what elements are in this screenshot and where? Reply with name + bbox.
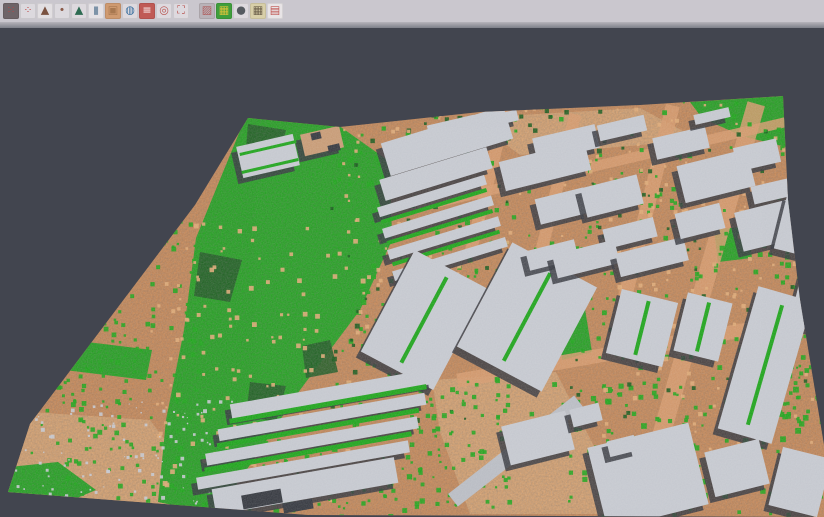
- target-icon: ◎: [159, 3, 169, 19]
- toolbar-button-layers[interactable]: ≡: [139, 3, 155, 19]
- toolbar: ⁙ ⁘ ▲ • ▲ ▮ ▣ ◍ ≡ ◎ ⛶ ▨ ▦ ● ▦ ▤: [0, 0, 824, 22]
- sphere-icon: ●: [236, 3, 246, 19]
- toolbar-button-match-points[interactable]: ⁘: [20, 3, 36, 19]
- toolbar-button-column[interactable]: ▮: [88, 3, 104, 19]
- dem-icon: ▲: [41, 3, 49, 19]
- texture-icon: ▦: [253, 3, 263, 19]
- toolbar-button-globe[interactable]: ◍: [122, 3, 138, 19]
- toolbar-button-target[interactable]: ◎: [156, 3, 172, 19]
- column-icon: ▮: [93, 3, 99, 19]
- toolbar-button-texture[interactable]: ▦: [250, 3, 266, 19]
- toolbar-button-select-region[interactable]: ▨: [199, 3, 215, 19]
- toolbar-button-marker[interactable]: •: [54, 3, 70, 19]
- orthophoto-icon: ▣: [108, 3, 118, 19]
- ruler-icon: ▤: [270, 3, 280, 19]
- 3d-viewport[interactable]: [0, 28, 824, 517]
- toolbar-button-sphere[interactable]: ●: [233, 3, 249, 19]
- marker-icon: •: [59, 3, 66, 19]
- application-window: ⁙ ⁘ ▲ • ▲ ▮ ▣ ◍ ≡ ◎ ⛶ ▨ ▦ ● ▦ ▤: [0, 0, 824, 517]
- match-points-icon: ⁘: [23, 3, 32, 19]
- classification-icon: ▦: [219, 3, 229, 19]
- layers-icon: ≡: [142, 3, 151, 19]
- toolbar-button-dem[interactable]: ▲: [37, 3, 53, 19]
- toolbar-button-classification[interactable]: ▦: [216, 3, 232, 19]
- toolbar-button-ruler[interactable]: ▤: [267, 3, 283, 19]
- crop-icon: ⛶: [177, 3, 185, 19]
- terrain-model: [0, 28, 824, 517]
- toolbar-button-point-cloud[interactable]: ⁙: [3, 3, 19, 19]
- globe-icon: ◍: [125, 3, 135, 19]
- toolbar-button-crop[interactable]: ⛶: [173, 3, 189, 19]
- terrain-mesh-icon: ▲: [75, 3, 83, 19]
- toolbar-button-terrain-mesh[interactable]: ▲: [71, 3, 87, 19]
- point-cloud-icon: ⁙: [6, 3, 15, 19]
- toolbar-button-orthophoto[interactable]: ▣: [105, 3, 121, 19]
- select-region-icon: ▨: [202, 3, 212, 19]
